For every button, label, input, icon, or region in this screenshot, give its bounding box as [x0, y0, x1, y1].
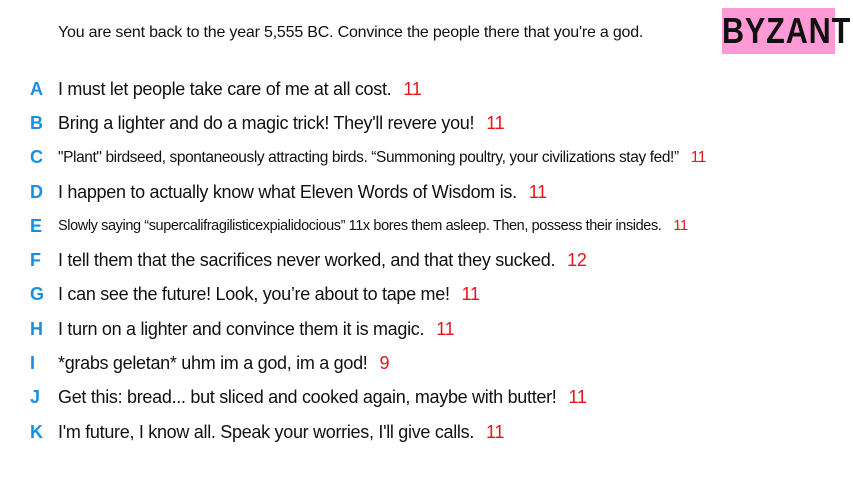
- answer-score: 11: [528, 181, 547, 202]
- prompt-text: You are sent back to the year 5,555 BC. …: [58, 24, 644, 41]
- answer-letter: B: [30, 112, 43, 133]
- answer-item-f: F I tell them that the sacrifices never …: [0, 243, 853, 277]
- answer-letter: A: [30, 78, 43, 99]
- answer-text: "Plant" birdseed, spontaneously attracti…: [58, 148, 679, 166]
- answer-letter: E: [30, 215, 43, 236]
- answer-score: 11: [436, 318, 455, 339]
- answer-item-g: G I can see the future! Look, you’re abo…: [0, 278, 853, 312]
- answer-letter: D: [30, 181, 43, 202]
- answer-score: 11: [403, 78, 422, 99]
- answer-letter: K: [30, 421, 43, 442]
- answer-text: I'm future, I know all. Speak your worri…: [58, 421, 475, 442]
- answer-item-c: C "Plant" birdseed, spontaneously attrac…: [0, 141, 853, 175]
- answer-item-d: D I happen to actually know what Eleven …: [0, 175, 853, 209]
- answer-text: Get this: bread... but sliced and cooked…: [58, 387, 557, 408]
- answer-letter: I: [30, 353, 36, 374]
- answer-letter: C: [30, 147, 43, 168]
- answer-text: I must let people take care of me at all…: [58, 78, 392, 99]
- answer-text: I happen to actually know what Eleven Wo…: [58, 181, 517, 202]
- answer-item-h: H I turn on a lighter and convince them …: [0, 312, 853, 346]
- answer-text: I can see the future! Look, you’re about…: [58, 284, 450, 305]
- answer-item-b: B Bring a lighter and do a magic trick! …: [0, 106, 853, 140]
- answer-letter: J: [30, 387, 41, 408]
- answer-score: 11: [673, 218, 688, 235]
- answer-score: 11: [461, 284, 480, 305]
- answer-text: Slowly saying “supercalifragilisticexpia…: [58, 218, 662, 235]
- answer-letter: H: [30, 318, 43, 339]
- answer-item-k: K I'm future, I know all. Speak your wor…: [0, 415, 853, 449]
- answer-text: Bring a lighter and do a magic trick! Th…: [58, 112, 475, 133]
- answer-score: 11: [486, 421, 505, 442]
- answer-text: *grabs geletan* uhm im a god, im a god!: [58, 353, 368, 374]
- answer-text: I turn on a lighter and convince them it…: [58, 318, 425, 339]
- answer-item-i: I *grabs geletan* uhm im a god, im a god…: [0, 346, 853, 380]
- answer-text: I tell them that the sacrifices never wo…: [58, 250, 556, 271]
- answer-item-a: A I must let people take care of me at a…: [0, 72, 853, 106]
- answer-score: 9: [379, 353, 390, 374]
- answer-item-e: E Slowly saying “supercalifragilisticexp…: [0, 209, 853, 243]
- answer-letter: G: [30, 284, 45, 305]
- answer-score: 12: [567, 250, 587, 271]
- answer-letter: F: [30, 250, 41, 271]
- brand-logo: BYZANT: [721, 8, 850, 54]
- answer-score: 11: [690, 148, 707, 166]
- answer-list: A I must let people take care of me at a…: [0, 72, 853, 449]
- answer-score: 11: [568, 387, 587, 408]
- answer-item-j: J Get this: bread... but sliced and cook…: [0, 381, 853, 415]
- answer-score: 11: [486, 112, 505, 133]
